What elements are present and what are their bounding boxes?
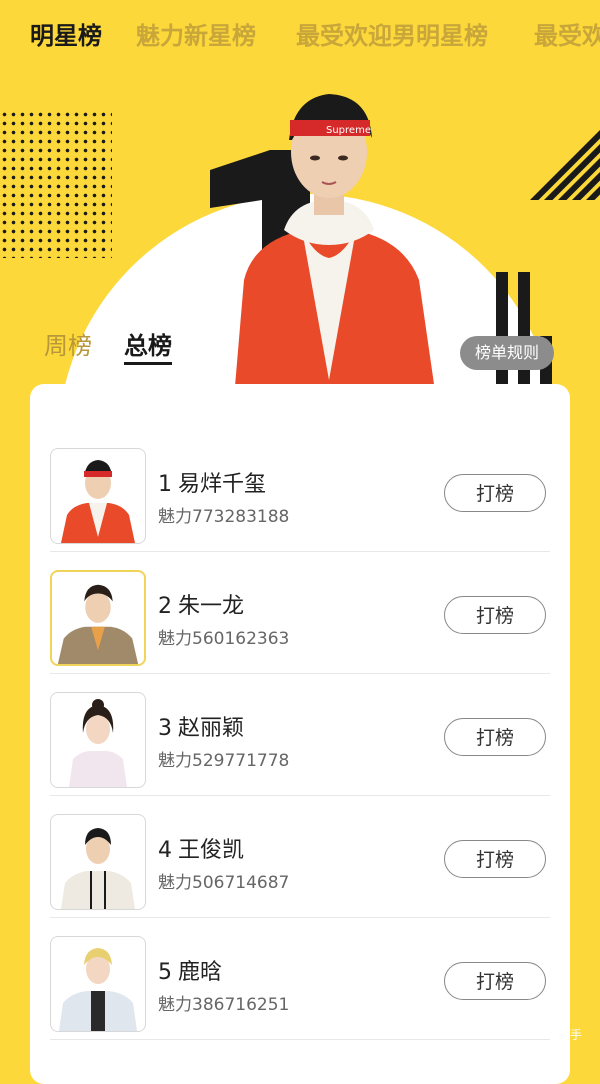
avatar	[50, 448, 146, 544]
avatar	[50, 936, 146, 1032]
vote-button[interactable]: 打榜	[444, 596, 546, 634]
divider	[50, 1039, 550, 1040]
tab-star-chart[interactable]: 明星榜	[30, 16, 102, 51]
vote-button[interactable]: 打榜	[444, 474, 546, 512]
charm-score: 魅力529771778	[158, 751, 290, 771]
bar-decoration	[496, 272, 560, 396]
watermark: 手	[570, 1028, 583, 1042]
list-item[interactable]: 1 易烊千玺 魅力773283188 打榜	[50, 430, 550, 552]
top-star-photo: Supreme	[234, 94, 436, 396]
list-item[interactable]: 2 朱一龙 魅力560162363 打榜	[50, 552, 550, 674]
star-name: 4 王俊凯	[158, 838, 245, 863]
charm-score: 魅力386716251	[158, 995, 290, 1015]
star-name: 3 赵丽颖	[158, 716, 245, 741]
tab-popular-more[interactable]: 最受欢迎	[534, 16, 600, 51]
tab-new-star-chart[interactable]: 魅力新星榜	[136, 16, 256, 51]
vote-button[interactable]: 打榜	[444, 718, 546, 756]
tab-popular-male-chart[interactable]: 最受欢迎男明星榜	[296, 16, 488, 51]
list-item[interactable]: 3 赵丽颖 魅力529771778 打榜	[50, 674, 550, 796]
vote-button[interactable]: 打榜	[444, 962, 546, 1000]
star-name: 1 易烊千玺	[158, 472, 267, 497]
dot-pattern-decoration	[0, 110, 112, 258]
vote-button[interactable]: 打榜	[444, 840, 546, 878]
top-tab-bar: 明星榜 魅力新星榜 最受欢迎男明星榜 最受欢迎	[0, 0, 600, 66]
list-item[interactable]: 5 鹿晗 魅力386716251 打榜	[50, 918, 550, 1040]
charm-score: 魅力773283188	[158, 507, 290, 527]
star-name: 2 朱一龙	[158, 594, 245, 619]
stripe-decoration	[528, 126, 600, 200]
avatar	[50, 814, 146, 910]
tab-total[interactable]: 总榜	[124, 326, 172, 365]
svg-text:Supreme: Supreme	[326, 125, 371, 136]
avatar	[50, 570, 146, 666]
avatar	[50, 692, 146, 788]
list-item[interactable]: 4 王俊凯 魅力506714687 打榜	[50, 796, 550, 918]
ranking-list-card: 1 易烊千玺 魅力773283188 打榜 2 朱一龙 魅力560162363 打榜	[30, 384, 570, 1084]
charm-score: 魅力506714687	[158, 873, 290, 893]
tab-weekly[interactable]: 周榜	[44, 326, 92, 361]
rules-button[interactable]: 榜单规则	[460, 336, 554, 370]
charm-score: 魅力560162363	[158, 629, 290, 649]
star-name: 5 鹿晗	[158, 960, 223, 985]
